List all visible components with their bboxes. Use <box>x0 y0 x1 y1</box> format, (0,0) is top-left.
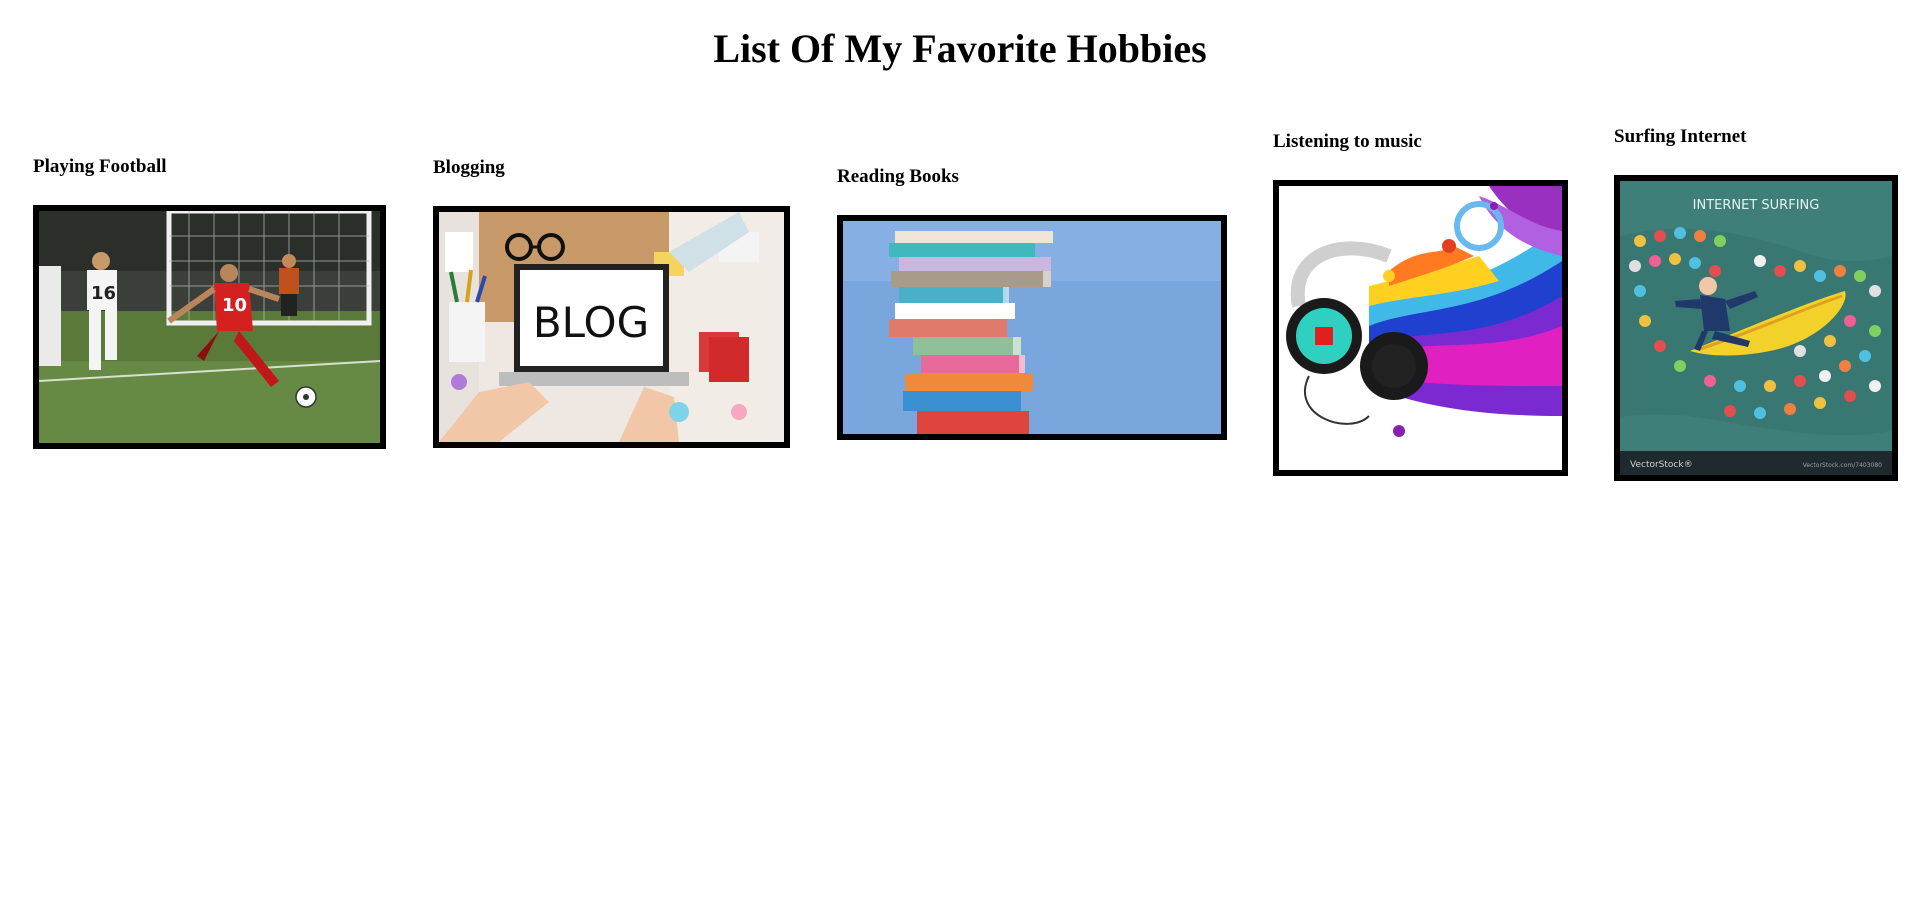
blog-board-text: BLOG <box>533 298 649 347</box>
hobby-title: Surfing Internet <box>1614 126 1747 147</box>
vectorstock-logo-text: VectorStock® <box>1630 460 1693 470</box>
hobby-reading: Reading Books <box>837 165 959 189</box>
internet-image: INTERNET SURFING VectorStock® VectorStoc… <box>1614 175 1898 481</box>
hobby-football: Playing Football <box>33 155 167 179</box>
hobby-title: Playing Football <box>33 156 167 177</box>
blogging-image: BLOG <box>433 206 790 448</box>
hobby-internet: Surfing Internet <box>1614 125 1746 149</box>
hobby-blogging: Blogging <box>433 156 505 180</box>
hobby-title: Listening to music <box>1273 131 1422 152</box>
music-image <box>1273 180 1568 476</box>
internet-banner-text: INTERNET SURFING <box>1693 198 1820 213</box>
reading-image <box>837 215 1227 440</box>
page-title: List Of My Favorite Hobbies <box>713 26 1207 71</box>
jersey-number-10: 10 <box>222 295 247 316</box>
hobby-music: Listening to music <box>1273 130 1422 154</box>
jersey-number-16: 16 <box>91 283 116 304</box>
hobby-title: Blogging <box>433 157 505 178</box>
hobby-title: Reading Books <box>837 166 959 187</box>
football-image: 16 10 <box>33 205 386 449</box>
vectorstock-url-text: VectorStock.com/7403080 <box>1803 462 1882 469</box>
